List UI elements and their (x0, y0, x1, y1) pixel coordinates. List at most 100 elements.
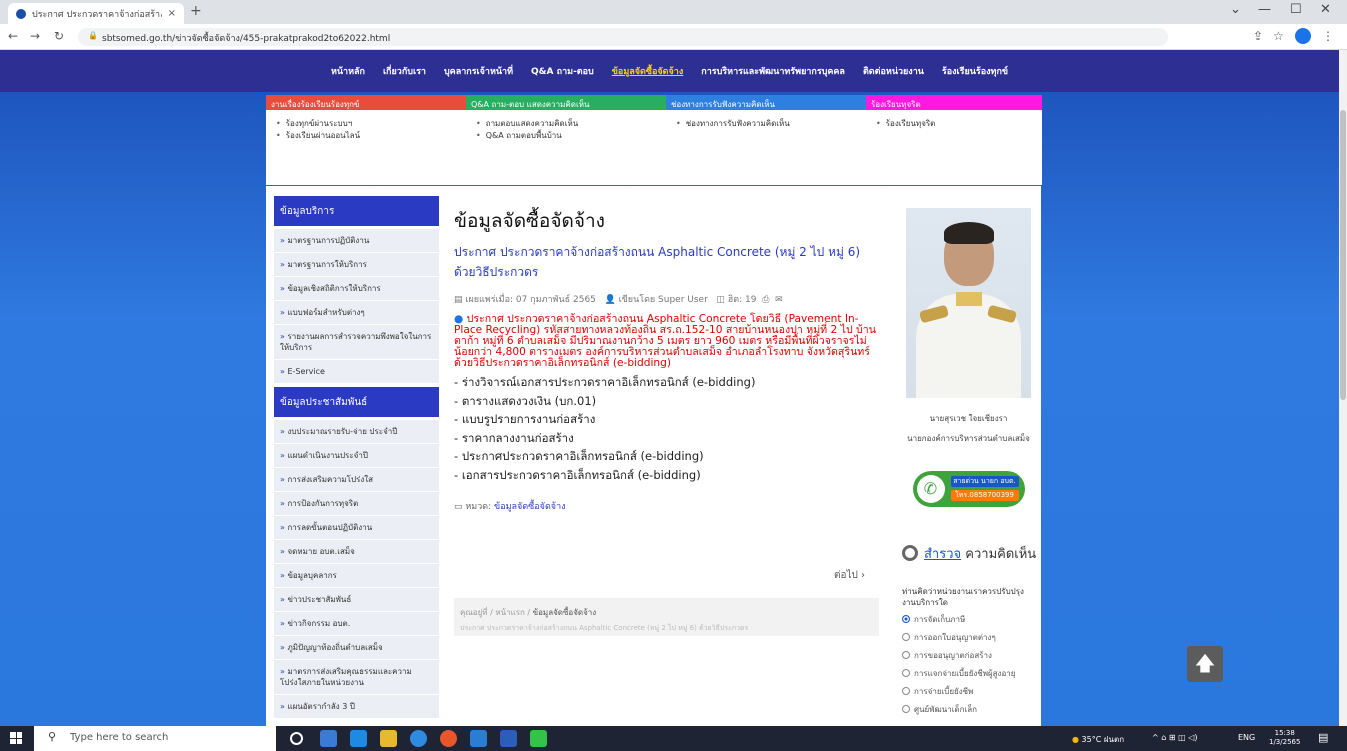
sidebar-item[interactable]: แผนดำเนินงานประจำปี (274, 444, 439, 468)
hotline-button[interactable]: ✆ สายด่วน นายก อบต. โทร.0858700399 (912, 471, 1025, 507)
nav-item[interactable]: หน้าหลัก (331, 64, 365, 78)
word-icon[interactable] (500, 730, 517, 747)
survey-option-label: ศูนย์พัฒนาเด็กเล็ก (914, 705, 977, 714)
sidebar-item[interactable]: แผนอัตรากำลัง 3 ปี (274, 695, 439, 719)
sidebar-item[interactable]: จดหมาย อบต.เสม็จ (274, 540, 439, 564)
close-window-button[interactable]: ✕ (1320, 2, 1331, 17)
language-indicator[interactable]: ENG (1238, 733, 1255, 742)
back-to-top-button[interactable]: 🡅 (1187, 646, 1223, 682)
cortana-icon[interactable] (290, 732, 303, 745)
url-field[interactable]: 🔒 sbtsomed.go.th/ข่าวจัดซื้อจัดจ้าง/455-… (78, 28, 1168, 46)
tray-icons[interactable]: ^ ⌂ ⊞ ◫ ◁) (1152, 733, 1198, 742)
sidebar-item[interactable]: ข้อมูลบุคลากร (274, 564, 439, 588)
notification-icon[interactable]: ▤ (1318, 731, 1328, 744)
sidebar-item[interactable]: รายงานผลการสำรวจความพึงพอใจในการให้บริกา… (274, 325, 439, 360)
reload-icon[interactable]: ↻ (54, 29, 64, 43)
nav-item[interactable]: บุคลากรเจ้าหน้าที่ (444, 64, 513, 78)
announcement-link[interactable]: ● ประกาศ ประกวดราคาจ้างก่อสร้างถนน Aspha… (454, 314, 879, 369)
weather-indicator[interactable]: ● 35°C ฝนตก (1072, 733, 1124, 746)
survey-option[interactable]: การแจกจ่ายเบี้ยยังชีพผู้สูงอายุ (902, 667, 1035, 680)
survey-title-link[interactable]: สำรวจ (924, 547, 961, 562)
print-icon[interactable]: ⎙ (762, 295, 769, 305)
mega-menu-item[interactable]: Q&A ถามตอบพื้นบ้าน (476, 130, 656, 142)
windows-start-icon[interactable] (10, 732, 22, 744)
chrome-icon[interactable] (470, 730, 487, 747)
sidebar-item[interactable]: ข้อมูลเชิงสถิติการให้บริการ (274, 277, 439, 301)
breadcrumb-category[interactable]: ข้อมูลจัดซื้อจัดจ้าง (533, 608, 597, 617)
line-app-icon[interactable] (530, 730, 547, 747)
firefox-icon[interactable] (440, 730, 457, 747)
sidebar-item[interactable]: มาตรฐานการให้บริการ (274, 253, 439, 277)
minimize-button[interactable]: — (1258, 2, 1271, 17)
radio-button[interactable] (902, 669, 910, 677)
nav-item[interactable]: ติดต่อหน่วยงาน (863, 64, 924, 78)
radio-button[interactable] (902, 705, 910, 713)
mega-menu-item[interactable]: ช่องทางการรับฟังความคิดเห็น (676, 118, 856, 130)
survey-option[interactable]: การจัดเก็บภาษี (902, 613, 1035, 626)
survey-options: การจัดเก็บภาษีการออกใบอนุญาตต่างๆการขออน… (902, 613, 1035, 716)
radio-button[interactable] (902, 651, 910, 659)
document-link[interactable]: ราคากลางงานก่อสร้าง (454, 429, 879, 448)
category-link[interactable]: ข้อมูลจัดซื้อจัดจ้าง (494, 502, 565, 512)
mega-menu-header[interactable]: ร้องเรียนทุจริต (866, 95, 1042, 110)
mega-menu-item[interactable]: ร้องเรียนทุจริต (876, 118, 1032, 130)
radio-button[interactable] (902, 687, 910, 695)
radio-button[interactable] (902, 615, 910, 623)
next-article-link[interactable]: ต่อไป › (834, 568, 865, 583)
browser-menu-icon[interactable]: ⋮ (1322, 29, 1334, 43)
sidebar-item[interactable]: ข่าวกิจกรรม อบต. (274, 612, 439, 636)
document-link[interactable]: ร่างวิจารณ์เอกสารประกวดราคาอิเล็กทรอนิกส… (454, 373, 879, 392)
back-arrow-icon[interactable]: ← (8, 29, 18, 43)
mega-menu-header[interactable]: ช่องทางการรับฟังความคิดเห็น (666, 95, 866, 110)
sidebar-item[interactable]: งบประมาณรายรับ-จ่าย ประจำปี (274, 420, 439, 444)
tab-close-icon[interactable]: × (168, 8, 176, 19)
sidebar-item[interactable]: E-Service (274, 360, 439, 384)
sidebar-item[interactable]: มาตรการส่งเสริมคุณธรรมและความโปร่งใสภายใ… (274, 660, 439, 695)
document-link[interactable]: ตารางแสดงวงเงิน (บก.01) (454, 392, 879, 411)
radio-button[interactable] (902, 633, 910, 641)
article-title[interactable]: ประกาศ ประกวดราคาจ้างก่อสร้างถนน Asphalt… (454, 242, 879, 282)
file-explorer-icon[interactable] (380, 730, 397, 747)
taskbar-search-field[interactable]: ⚲ Type here to search (34, 726, 276, 751)
sidebar-item[interactable]: การส่งเสริมความโปร่งใส (274, 468, 439, 492)
tab-search-chevron-icon[interactable]: ⌄ (1230, 2, 1241, 17)
nav-item[interactable]: Q&A ถาม-ตอบ (531, 64, 594, 78)
scrollbar-thumb[interactable] (1340, 110, 1346, 400)
mega-menu-item[interactable]: ร้องเรียนผ่านออนไลน์ (276, 130, 456, 142)
sidebar-item[interactable]: ข่าวประชาสัมพันธ์ (274, 588, 439, 612)
sidebar-item[interactable]: ภูมิปัญญาท้องถิ่นตำบลเสม็จ (274, 636, 439, 660)
nav-item[interactable]: ข้อมูลจัดซื้อจัดจ้าง (612, 64, 683, 78)
profile-avatar[interactable] (1295, 28, 1311, 44)
sidebar-item[interactable]: มาตรฐานการปฏิบัติงาน (274, 229, 439, 253)
browser-tab[interactable]: ประกาศ ประกวดราคาจ้างก่อสร้างถนน × (8, 3, 184, 24)
survey-option[interactable]: ศูนย์พัฒนาเด็กเล็ก (902, 703, 1035, 716)
survey-option[interactable]: การออกใบอนุญาตต่างๆ (902, 631, 1035, 644)
new-tab-button[interactable]: + (190, 3, 202, 19)
mega-menu-item[interactable]: ร้องทุกข์ผ่านระบบฯ (276, 118, 456, 130)
survey-option[interactable]: การจ่ายเบี้ยยังชีพ (902, 685, 1035, 698)
sidebar-item[interactable]: การลดขั้นตอนปฏิบัติงาน (274, 516, 439, 540)
survey-question: ท่านคิดว่าหน่วยงานเราควรปรับปรุงงานบริกา… (902, 587, 1024, 607)
nav-item[interactable]: ร้องเรียนร้องทุกข์ (942, 64, 1008, 78)
forward-arrow-icon[interactable]: → (30, 29, 40, 43)
sidebar-item[interactable]: แบบฟอร์มสำหรับต่างๆ (274, 301, 439, 325)
taskbar-clock[interactable]: 15:38 1/3/2565 (1269, 729, 1300, 747)
bookmark-star-icon[interactable]: ☆ (1273, 29, 1284, 43)
survey-option[interactable]: การขออนุญาตก่อสร้าง (902, 649, 1035, 662)
share-icon[interactable]: ⇪ (1253, 29, 1263, 43)
document-link[interactable]: แบบรูปรายการงานก่อสร้าง (454, 410, 879, 429)
nav-item[interactable]: เกี่ยวกับเรา (383, 64, 426, 78)
edge-icon[interactable] (350, 730, 367, 747)
maximize-button[interactable]: ☐ (1290, 2, 1302, 17)
task-view-icon[interactable] (320, 730, 337, 747)
mega-menu-header[interactable]: Q&A ถาม-ตอบ แสดงความคิดเห็น (466, 95, 666, 110)
edge-browser-icon[interactable] (410, 730, 427, 747)
mega-menu-header[interactable]: งานเรื่องร้องเรียนร้องทุกข์ (266, 95, 466, 110)
email-icon[interactable]: ✉ (775, 295, 783, 305)
document-link[interactable]: ประกาศประกวดราคาอิเล็กทรอนิกส์ (e-biddin… (454, 447, 879, 466)
document-link[interactable]: เอกสารประกวดราคาอิเล็กทรอนิกส์ (e-biddin… (454, 466, 879, 485)
breadcrumb-home[interactable]: หน้าแรก (495, 608, 525, 617)
nav-item[interactable]: การบริหารและพัฒนาทรัพยากรบุคคล (701, 64, 845, 78)
mega-menu-item[interactable]: ถามตอบแสดงความคิดเห็น (476, 118, 656, 130)
sidebar-item[interactable]: การป้องกันการทุจริต (274, 492, 439, 516)
